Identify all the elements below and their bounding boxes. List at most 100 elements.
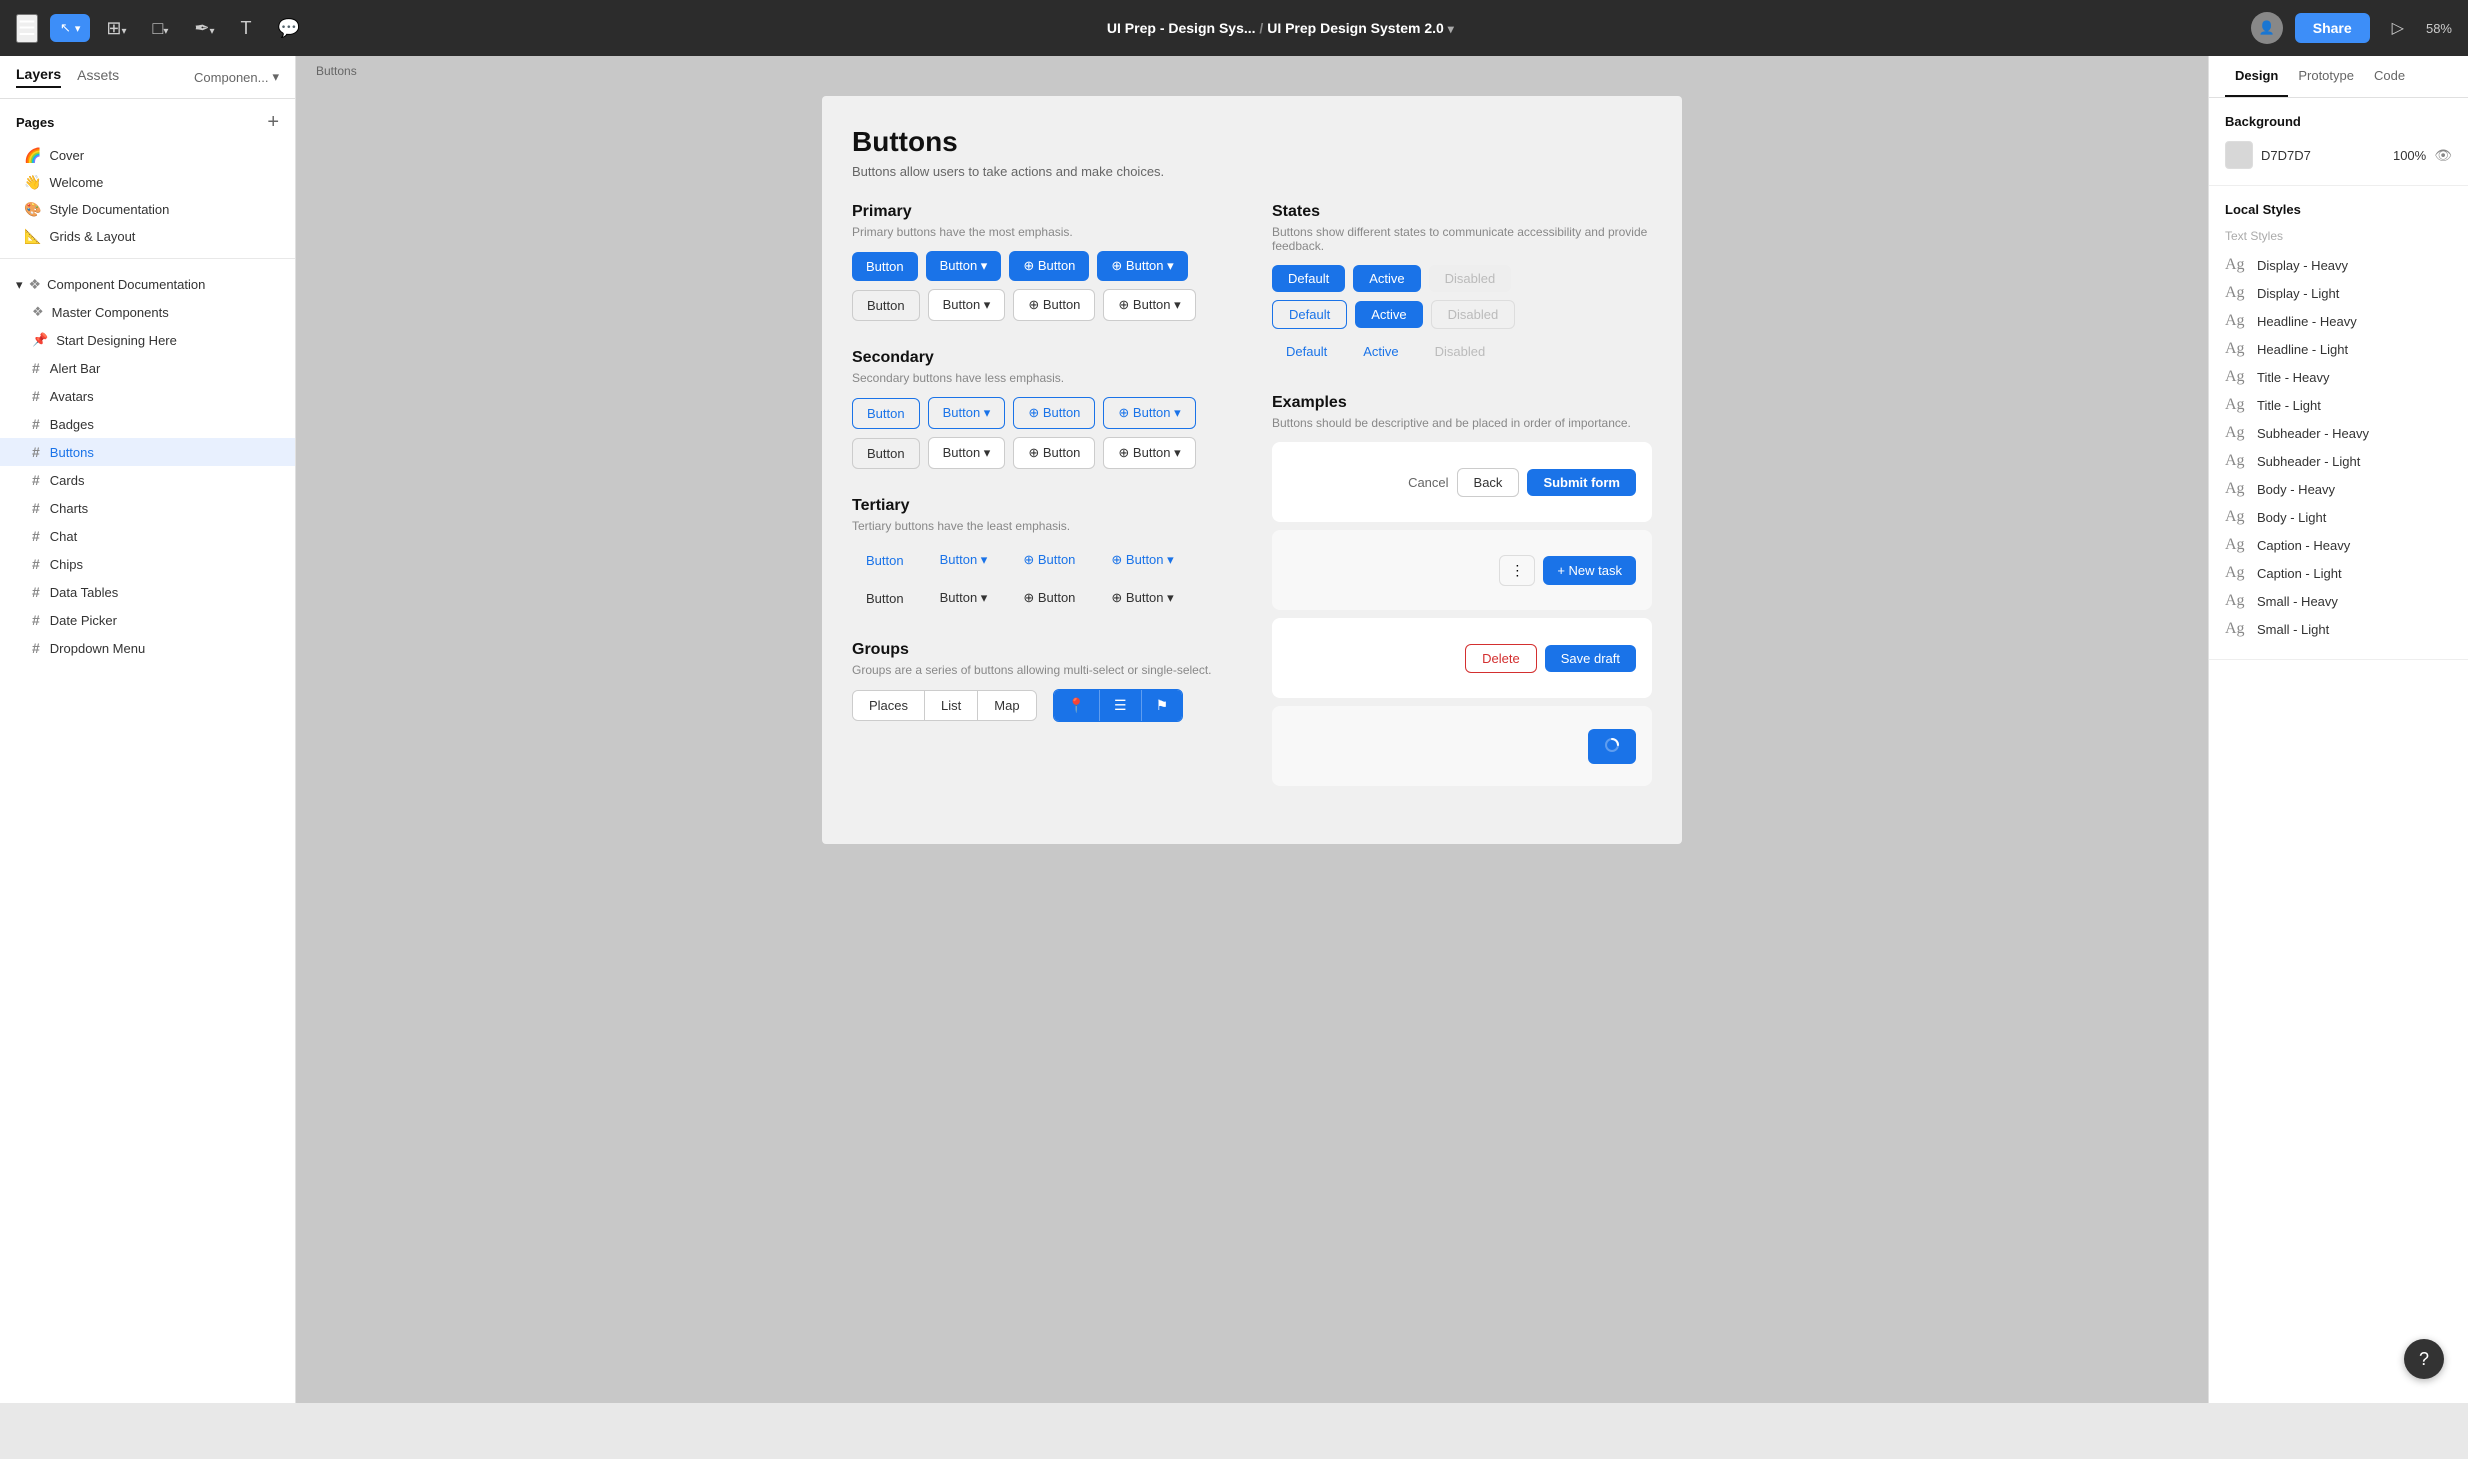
nav-cards[interactable]: # Cards: [0, 466, 295, 494]
style-display-light[interactable]: Ag Display - Light: [2225, 279, 2452, 307]
style-headline-light[interactable]: Ag Headline - Light: [2225, 335, 2452, 363]
loading-button[interactable]: [1588, 729, 1636, 764]
frame-tool[interactable]: ⊞▾: [96, 12, 136, 45]
delete-button[interactable]: Delete: [1465, 644, 1537, 673]
primary-btn-1[interactable]: Button: [852, 252, 918, 281]
style-subheader-heavy[interactable]: Ag Subheader - Heavy: [2225, 419, 2452, 447]
primary-btn-6-dropdown[interactable]: Button ▾: [928, 289, 1006, 321]
primary-btn-4-icon-dropdown[interactable]: ⊕ Button ▾: [1097, 251, 1187, 281]
tertiary-btn-5[interactable]: Button: [852, 584, 918, 613]
style-caption-heavy[interactable]: Ag Caption - Heavy: [2225, 531, 2452, 559]
page-style-documentation[interactable]: 🎨 Style Documentation: [16, 196, 279, 223]
secondary-btn-5[interactable]: Button: [852, 438, 920, 469]
tertiary-btn-2-dropdown[interactable]: Button ▾: [926, 545, 1002, 575]
state-default-text[interactable]: Default: [1272, 337, 1341, 366]
more-options-button[interactable]: ⋮: [1499, 555, 1535, 586]
style-display-heavy[interactable]: Ag Display - Heavy: [2225, 251, 2452, 279]
primary-btn-3-icon[interactable]: ⊕ Button: [1009, 251, 1089, 281]
back-button[interactable]: Back: [1457, 468, 1520, 497]
nav-charts[interactable]: # Charts: [0, 494, 295, 522]
style-small-heavy[interactable]: Ag Small - Heavy: [2225, 587, 2452, 615]
tab-layers[interactable]: Layers: [16, 66, 61, 88]
style-title-heavy[interactable]: Ag Title - Heavy: [2225, 363, 2452, 391]
submit-form-button[interactable]: Submit form: [1527, 469, 1636, 496]
zoom-level: 58%: [2426, 21, 2452, 36]
group-icon-btn-2[interactable]: ☰: [1100, 690, 1142, 721]
tab-prototype[interactable]: Prototype: [2288, 56, 2364, 97]
save-draft-button[interactable]: Save draft: [1545, 645, 1636, 672]
select-tool[interactable]: ↖▾: [50, 14, 90, 42]
style-subheader-light[interactable]: Ag Subheader - Light: [2225, 447, 2452, 475]
tertiary-btn-7-icon[interactable]: ⊕ Button: [1009, 583, 1089, 613]
new-task-button[interactable]: + New task: [1543, 556, 1636, 585]
pen-tool[interactable]: ✒▾: [184, 12, 224, 45]
style-caption-light[interactable]: Ag Caption - Light: [2225, 559, 2452, 587]
comment-tool[interactable]: 💬: [268, 12, 310, 45]
secondary-btn-6-dropdown[interactable]: Button ▾: [928, 437, 1006, 469]
share-button[interactable]: Share: [2295, 13, 2370, 43]
state-active-outline[interactable]: Active: [1355, 301, 1422, 328]
secondary-btn-7-icon[interactable]: ⊕ Button: [1013, 437, 1095, 469]
tertiary-btn-1[interactable]: Button: [852, 546, 918, 575]
group-icon-btn-1[interactable]: 📍: [1054, 690, 1100, 721]
state-default-outline[interactable]: Default: [1272, 300, 1347, 329]
page-grids-layout[interactable]: 📐 Grids & Layout: [16, 223, 279, 250]
tab-components-dropdown[interactable]: Componen... ▾: [194, 69, 279, 85]
state-default-filled[interactable]: Default: [1272, 265, 1345, 292]
style-title-light[interactable]: Ag Title - Light: [2225, 391, 2452, 419]
add-page-button[interactable]: +: [267, 111, 279, 134]
tab-design[interactable]: Design: [2225, 56, 2288, 97]
help-button[interactable]: ?: [2404, 1339, 2444, 1379]
user-avatar[interactable]: 👤: [2251, 12, 2283, 44]
secondary-btn-2-dropdown[interactable]: Button ▾: [928, 397, 1006, 429]
nav-badges[interactable]: # Badges: [0, 410, 295, 438]
nav-chat[interactable]: # Chat: [0, 522, 295, 550]
background-swatch[interactable]: [2225, 141, 2253, 169]
nav-group-component-doc[interactable]: ▾ ❖ Component Documentation: [0, 271, 295, 298]
primary-btn-7-icon[interactable]: ⊕ Button: [1013, 289, 1095, 321]
visibility-toggle[interactable]: 👁: [2434, 147, 2452, 164]
group-btn-list[interactable]: List: [925, 691, 978, 720]
state-active-text[interactable]: Active: [1349, 337, 1412, 366]
nav-data-tables[interactable]: # Data Tables: [0, 578, 295, 606]
style-body-heavy[interactable]: Ag Body - Heavy: [2225, 475, 2452, 503]
tertiary-btn-4-icon-dropdown[interactable]: ⊕ Button ▾: [1097, 545, 1187, 575]
state-active-filled[interactable]: Active: [1353, 265, 1420, 292]
text-tool[interactable]: T: [231, 12, 262, 45]
nav-chips[interactable]: # Chips: [0, 550, 295, 578]
nav-buttons[interactable]: # Buttons: [0, 438, 295, 466]
group-btn-map[interactable]: Map: [978, 691, 1035, 720]
style-body-light[interactable]: Ag Body - Light: [2225, 503, 2452, 531]
page-cover[interactable]: 🌈 Cover: [16, 142, 279, 169]
group-icon-btn-3[interactable]: ⚑: [1142, 690, 1183, 721]
style-small-light[interactable]: Ag Small - Light: [2225, 615, 2452, 643]
tertiary-btn-6-dropdown[interactable]: Button ▾: [926, 583, 1002, 613]
nav-alert-bar[interactable]: # Alert Bar: [0, 354, 295, 382]
tertiary-btn-8-icon-dropdown[interactable]: ⊕ Button ▾: [1097, 583, 1187, 613]
style-headline-heavy[interactable]: Ag Headline - Heavy: [2225, 307, 2452, 335]
tab-code[interactable]: Code: [2364, 56, 2415, 97]
shape-tool[interactable]: □▾: [143, 12, 179, 45]
page-welcome[interactable]: 👋 Welcome: [16, 169, 279, 196]
nav-avatars[interactable]: # Avatars: [0, 382, 295, 410]
nav-dropdown-menu[interactable]: # Dropdown Menu: [0, 634, 295, 662]
primary-btn-5[interactable]: Button: [852, 290, 920, 321]
hamburger-menu[interactable]: ☰: [16, 14, 38, 43]
cancel-button[interactable]: Cancel: [1408, 475, 1448, 490]
play-button[interactable]: ▷: [2382, 12, 2414, 44]
states-title: States: [1272, 203, 1652, 221]
secondary-btn-3-icon[interactable]: ⊕ Button: [1013, 397, 1095, 429]
secondary-btn-1[interactable]: Button: [852, 398, 920, 429]
tab-assets[interactable]: Assets: [77, 67, 119, 87]
primary-btn-2-dropdown[interactable]: Button ▾: [926, 251, 1002, 281]
nav-master-components[interactable]: ❖ Master Components: [0, 298, 295, 326]
secondary-btn-4-icon-dropdown[interactable]: ⊕ Button ▾: [1103, 397, 1195, 429]
groups-desc: Groups are a series of buttons allowing …: [852, 663, 1232, 677]
tertiary-btn-3-icon[interactable]: ⊕ Button: [1009, 545, 1089, 575]
nav-start-designing[interactable]: 📌 Start Designing Here: [0, 326, 295, 354]
secondary-btn-8-icon-dropdown[interactable]: ⊕ Button ▾: [1103, 437, 1195, 469]
nav-date-picker[interactable]: # Date Picker: [0, 606, 295, 634]
primary-btn-8-icon-dropdown[interactable]: ⊕ Button ▾: [1103, 289, 1195, 321]
tertiary-desc: Tertiary buttons have the least emphasis…: [852, 519, 1232, 533]
group-btn-places[interactable]: Places: [853, 691, 925, 720]
